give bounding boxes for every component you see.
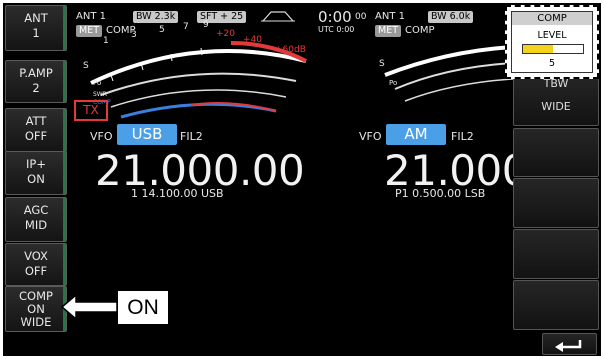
sub-meter-po-label: Po [389, 79, 398, 87]
main-meter-p40: +40 [243, 35, 262, 45]
ant-button-label: ANT [24, 11, 48, 25]
pamp-button-value: 2 [32, 81, 40, 95]
main-filter-indicator: FIL2 [180, 130, 203, 143]
agc-button-label: AGC [23, 203, 49, 217]
return-arrow-icon [555, 340, 582, 352]
att-button-value: OFF [24, 129, 48, 143]
comp-level-value: 5 [548, 58, 556, 69]
sub-meter-s-label: S [379, 59, 385, 69]
ant-button-value: 1 [32, 26, 40, 40]
main-mode-badge[interactable]: USB [117, 124, 177, 145]
comp-button[interactable]: COMP ON WIDE [5, 286, 67, 332]
ipplus-button-value: ON [27, 172, 45, 186]
comp-level-bar[interactable] [522, 44, 584, 54]
main-memory-line: 1 14.100.00 USB [131, 187, 224, 200]
comp-popup-title: COMP [512, 12, 592, 25]
agc-button[interactable]: AGC MID [5, 197, 67, 242]
right-menu-slot-2[interactable] [513, 128, 599, 177]
right-menu-slot-4[interactable] [513, 229, 599, 279]
main-vfo-label: VFO [90, 130, 113, 143]
main-meter-s1: 1 [103, 36, 109, 46]
att-button-label: ATT [25, 114, 47, 128]
sub-vfo-label: VFO [359, 130, 382, 143]
pamp-button-label: P.AMP [19, 66, 53, 80]
sub-memory-line: P1 0.500.00 LSB [395, 187, 486, 200]
right-menu-slot-5[interactable] [513, 280, 599, 330]
tbw-button[interactable]: TBW WIDE [513, 74, 599, 126]
utc-time: UTC 0:00 [318, 25, 355, 34]
clock-seconds: 00 [355, 12, 367, 22]
comp-button-width: WIDE [20, 315, 52, 329]
comp-level-popup[interactable]: COMP LEVEL 5 [511, 11, 593, 73]
ipplus-button-label: IP+ [26, 157, 46, 171]
vox-button-label: VOX [24, 249, 48, 263]
annotation-label: ON [117, 290, 169, 325]
comp-popup-highlight: COMP LEVEL 5 [505, 5, 599, 79]
main-meter-s-label: S [83, 61, 89, 71]
ipplus-button[interactable]: IP+ ON [5, 151, 67, 195]
hollow-left-arrow-icon [60, 293, 118, 321]
main-meter-s3: 3 [131, 30, 137, 40]
comp-level-label: LEVEL [537, 30, 567, 41]
main-meter-p20: +20 [216, 29, 235, 39]
ant-button[interactable]: ANT 1 [5, 5, 67, 51]
sub-meter [384, 45, 513, 102]
tx-indicator: TX [74, 100, 108, 121]
agc-button-value: MID [24, 218, 48, 232]
return-button[interactable] [542, 333, 597, 355]
sub-bw-indicator: BW 6.0k [428, 11, 474, 23]
filter-passband-icon [261, 11, 295, 22]
main-meter-s9: 9 [203, 20, 209, 30]
main-meter-s5: 5 [159, 25, 165, 35]
main-meter-s7: 7 [183, 22, 189, 32]
main-meter-swr-label: SWR [93, 91, 107, 98]
sub-ant-indicator: ANT 1 [375, 11, 405, 22]
sub-mode-badge[interactable]: AM [386, 124, 446, 145]
sub-filter-indicator: FIL2 [451, 130, 474, 143]
vox-button-value: OFF [24, 264, 48, 278]
main-meter-po-label: Po [93, 79, 102, 87]
right-menu-slot-3[interactable] [513, 178, 599, 228]
comp-level-fill [523, 45, 553, 53]
att-button[interactable]: ATT OFF [5, 108, 67, 152]
main-ant-indicator: ANT 1 [76, 11, 106, 22]
main-meter-p60: +60dB [275, 45, 306, 55]
main-bw-indicator: BW 2.3k [133, 11, 179, 23]
vox-button[interactable]: VOX OFF [5, 243, 67, 286]
pamp-button[interactable]: P.AMP 2 [5, 60, 67, 103]
clock-time: 0:00 [318, 8, 352, 26]
tbw-button-value: WIDE [541, 100, 571, 113]
